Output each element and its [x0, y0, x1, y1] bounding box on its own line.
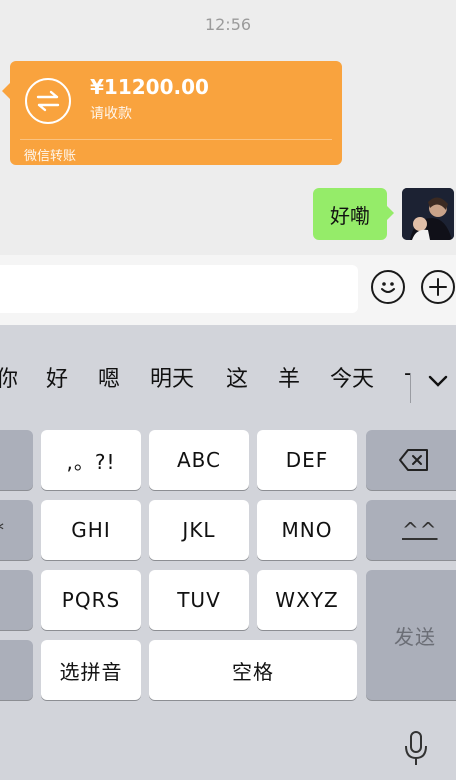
left-side-key[interactable]	[0, 640, 33, 700]
key-def[interactable]: DEF	[257, 430, 357, 490]
chevron-down-icon	[428, 375, 448, 387]
select-pinyin-key[interactable]: 选拼音	[41, 640, 141, 700]
space-key[interactable]: 空格	[149, 640, 357, 700]
backspace-key[interactable]	[366, 430, 456, 490]
key-jkl[interactable]: JKL	[149, 500, 249, 560]
microphone-icon	[405, 731, 427, 765]
left-side-key[interactable]	[0, 570, 33, 630]
left-side-key[interactable]	[0, 430, 33, 490]
transfer-amount: ¥11200.00	[90, 75, 209, 99]
chat-area: 12:56 ¥11200.00 请收款 微信转账 好嘞	[0, 0, 456, 255]
input-bar	[0, 255, 456, 325]
my-message-bubble[interactable]: 好嘞	[313, 188, 394, 240]
user-avatar[interactable]	[402, 188, 454, 240]
candidate-bar: 你 好 嗯 明天 这 羊 今天 -	[0, 361, 456, 403]
key-punct[interactable]: ,。?!	[41, 430, 141, 490]
message-timestamp: 12:56	[204, 15, 252, 34]
plus-icon	[429, 278, 447, 296]
smiley-icon	[381, 282, 395, 293]
candidate-separator	[410, 373, 411, 403]
more-button[interactable]	[421, 270, 455, 304]
key-ghi[interactable]: GHI	[41, 500, 141, 560]
key-pqrs[interactable]: PQRS	[41, 570, 141, 630]
left-side-key[interactable]: *	[0, 500, 33, 560]
key-abc[interactable]: ABC	[149, 430, 249, 490]
candidate-item[interactable]: 嗯	[98, 361, 120, 393]
backspace-icon	[399, 449, 428, 471]
key-wxyz[interactable]: WXYZ	[257, 570, 357, 630]
transfer-message[interactable]: ¥11200.00 请收款 微信转账	[2, 61, 342, 165]
candidate-item[interactable]: 你	[0, 361, 18, 393]
candidate-item[interactable]: 今天	[330, 361, 374, 393]
expand-candidates-button[interactable]	[428, 373, 448, 392]
send-key[interactable]: 发送	[366, 570, 456, 700]
transfer-divider	[20, 139, 332, 140]
key-mno[interactable]: MNO	[257, 500, 357, 560]
transfer-icon	[25, 78, 71, 124]
candidate-item[interactable]: 好	[46, 361, 68, 393]
transfer-footer: 微信转账	[24, 149, 77, 164]
message-input[interactable]	[0, 265, 358, 313]
emoticon-key[interactable]: ^^	[366, 500, 456, 560]
key-tuv[interactable]: TUV	[149, 570, 249, 630]
candidate-item[interactable]: 羊	[278, 361, 300, 393]
candidate-item[interactable]: 明天	[150, 361, 194, 393]
candidate-item[interactable]: 这	[226, 361, 248, 393]
voice-input-button[interactable]	[403, 730, 429, 772]
emoji-button[interactable]	[371, 270, 405, 304]
transfer-subtitle: 请收款	[90, 106, 132, 122]
